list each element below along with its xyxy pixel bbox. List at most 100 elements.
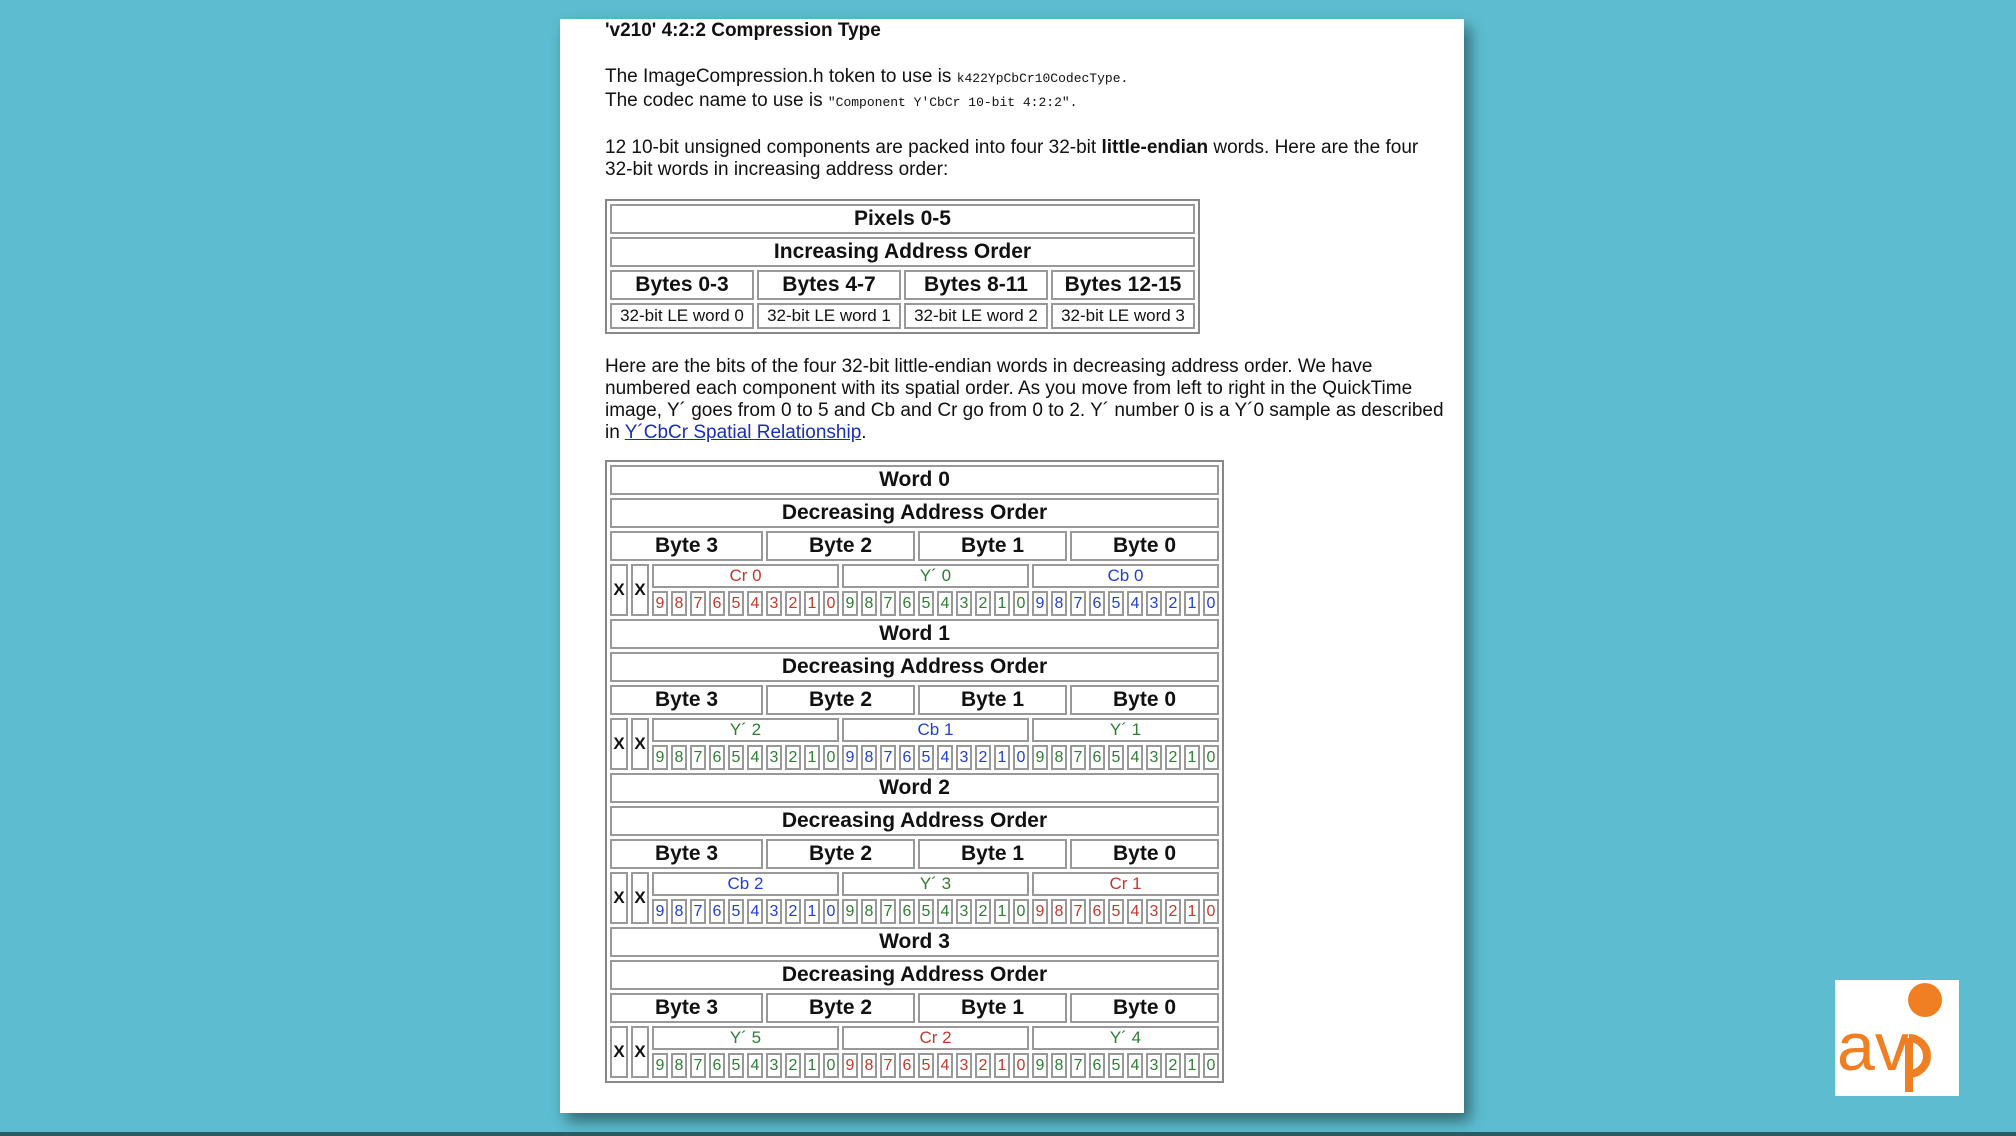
bit-cell: 0 <box>823 1053 839 1078</box>
bit-cell: 3 <box>766 899 782 924</box>
byte-header: Byte 2 <box>766 531 915 561</box>
bit-cell: 0 <box>1013 1053 1029 1078</box>
bit-cell: 2 <box>785 591 801 616</box>
component-label: Y´ 0 <box>842 564 1029 588</box>
bit-cell: 7 <box>1070 745 1086 770</box>
bit-cell: 1 <box>804 591 820 616</box>
codec-value: "Component Y'CbCr 10-bit 4:2:2". <box>827 95 1078 110</box>
bits-paragraph-end: . <box>861 422 867 443</box>
bit-cell: 3 <box>1146 899 1162 924</box>
bit-cell: 1 <box>804 1053 820 1078</box>
bit-cell: 3 <box>766 745 782 770</box>
byte-header: Byte 1 <box>918 685 1067 715</box>
bit-cell: 8 <box>671 1053 687 1078</box>
bit-cell: 4 <box>1127 1053 1143 1078</box>
bit-cell: 3 <box>956 899 972 924</box>
bit-cell: 9 <box>1032 899 1048 924</box>
bit-cell: 7 <box>690 745 706 770</box>
bit-cell: 7 <box>880 899 896 924</box>
byte-header: Byte 0 <box>1070 531 1219 561</box>
bit-cell: 2 <box>975 899 991 924</box>
word-title: Word 0 <box>610 465 1219 495</box>
bit-cell: 5 <box>918 899 934 924</box>
word-subtitle: Decreasing Address Order <box>610 652 1219 682</box>
byte-header: Byte 3 <box>610 531 763 561</box>
bit-cell: 0 <box>1203 1053 1219 1078</box>
bit-cell: 9 <box>652 899 668 924</box>
bit-cell: 5 <box>728 591 744 616</box>
component-label: Y´ 2 <box>652 718 839 742</box>
byte-header: Byte 1 <box>918 531 1067 561</box>
spatial-relationship-link[interactable]: Y´CbCr Spatial Relationship <box>625 422 862 443</box>
bits-paragraph: Here are the bits of the four 32-bit lit… <box>605 356 1450 444</box>
bit-cell: 1 <box>994 591 1010 616</box>
bit-cell: 6 <box>709 899 725 924</box>
bit-cell: 6 <box>1089 591 1105 616</box>
bit-cell: 0 <box>1013 591 1029 616</box>
bit-cell: 5 <box>1108 1053 1124 1078</box>
word-bits-table: Word 0 Decreasing Address Order Byte 3 Byte… <box>605 460 1224 1083</box>
bit-cell: 1 <box>804 745 820 770</box>
byte-header: Byte 3 <box>610 839 763 869</box>
bit-cell: 9 <box>1032 591 1048 616</box>
bit-cell: 0 <box>1013 899 1029 924</box>
bit-cell: 8 <box>861 591 877 616</box>
component-label: Cr 0 <box>652 564 839 588</box>
bit-cell: 5 <box>1108 591 1124 616</box>
unused-bit-cell: X <box>610 1026 628 1078</box>
bit-cell: 4 <box>937 899 953 924</box>
unused-bit-cell: X <box>631 1026 649 1078</box>
byte-header: Byte 0 <box>1070 839 1219 869</box>
bit-cell: 9 <box>1032 1053 1048 1078</box>
bit-cell: 8 <box>861 899 877 924</box>
bit-cell: 7 <box>1070 591 1086 616</box>
pixels-word-cell: 32-bit LE word 3 <box>1051 303 1195 329</box>
bit-cell: 4 <box>1127 745 1143 770</box>
logo-dot-icon <box>1908 983 1942 1017</box>
byte-header: Byte 0 <box>1070 993 1219 1023</box>
component-label: Cb 1 <box>842 718 1029 742</box>
bit-cell: 2 <box>1165 1053 1181 1078</box>
logo-lettering: av <box>1837 1009 1909 1085</box>
bit-cell: 2 <box>975 591 991 616</box>
bit-cell: 7 <box>880 1053 896 1078</box>
unused-bit-cell: X <box>610 718 628 770</box>
bit-cell: 5 <box>1108 899 1124 924</box>
bit-cell: 7 <box>1070 899 1086 924</box>
bit-cell: 5 <box>728 1053 744 1078</box>
word-title: Word 3 <box>610 927 1219 957</box>
byte-header: Byte 1 <box>918 839 1067 869</box>
bit-cell: 6 <box>899 899 915 924</box>
word-subtitle: Decreasing Address Order <box>610 960 1219 990</box>
intro-paragraph: 12 10-bit unsigned components are packed… <box>605 137 1450 181</box>
bit-cell: 2 <box>785 1053 801 1078</box>
bit-cell: 8 <box>671 591 687 616</box>
bit-cell: 1 <box>1184 745 1200 770</box>
bit-cell: 5 <box>728 745 744 770</box>
bit-cell: 4 <box>747 899 763 924</box>
bit-cell: 3 <box>1146 1053 1162 1078</box>
bit-cell: 8 <box>861 1053 877 1078</box>
bit-cell: 9 <box>842 745 858 770</box>
bit-cell: 0 <box>1203 745 1219 770</box>
bit-cell: 2 <box>785 899 801 924</box>
bit-cell: 8 <box>1051 899 1067 924</box>
unused-bit-cell: X <box>631 718 649 770</box>
bit-cell: 8 <box>861 745 877 770</box>
bit-cell: 2 <box>1165 591 1181 616</box>
component-label: Cb 2 <box>652 872 839 896</box>
bit-cell: 9 <box>1032 745 1048 770</box>
bit-cell: 6 <box>1089 899 1105 924</box>
component-label: Y´ 1 <box>1032 718 1219 742</box>
bit-cell: 1 <box>994 745 1010 770</box>
bit-cell: 1 <box>994 1053 1010 1078</box>
bit-cell: 3 <box>766 591 782 616</box>
pixels-byte-header: Bytes 8-11 <box>904 270 1048 300</box>
avp-logo-mark: av <box>1837 983 1942 1092</box>
bit-cell: 6 <box>1089 745 1105 770</box>
pixels-byte-header: Bytes 0-3 <box>610 270 754 300</box>
byte-header: Byte 2 <box>766 993 915 1023</box>
byte-header: Byte 1 <box>918 993 1067 1023</box>
bit-cell: 0 <box>1013 745 1029 770</box>
bit-cell: 6 <box>709 1053 725 1078</box>
